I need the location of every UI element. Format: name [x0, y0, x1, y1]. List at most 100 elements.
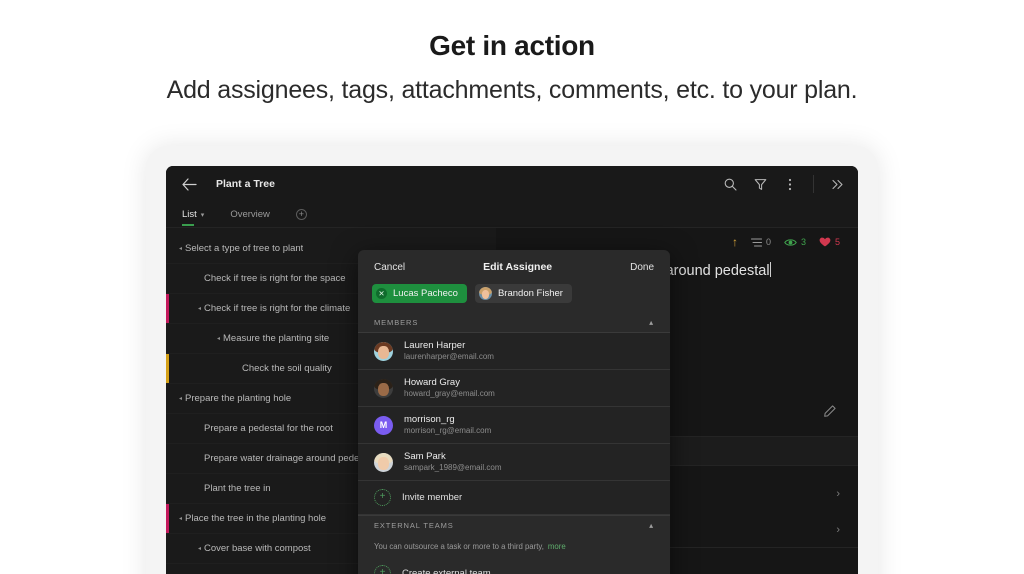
app-screen: Plant a Tree List ▾ Overview + ◂ Select …: [166, 166, 858, 574]
watchers-icon: [784, 238, 797, 246]
priority-up-icon[interactable]: ↑: [732, 235, 738, 249]
assignee-chip[interactable]: Brandon Fisher: [474, 284, 572, 303]
members-section-header[interactable]: MEMBERS ▴: [358, 313, 670, 333]
chevron-right-icon: ›: [836, 488, 840, 500]
more-vertical-icon[interactable]: [783, 177, 797, 191]
member-info: Sam Park sampark_1989@email.com: [404, 451, 502, 473]
task-label: Plant the tree in: [204, 483, 271, 494]
avatar: M: [374, 415, 393, 435]
collapse-triangle-icon[interactable]: ◂: [176, 245, 185, 252]
members-heading: MEMBERS: [374, 318, 419, 327]
app-toolbar: Plant a Tree: [166, 166, 858, 202]
task-label: Cover base with compost: [204, 543, 311, 554]
done-button[interactable]: Done: [630, 262, 654, 273]
close-circle-icon[interactable]: ✕: [376, 288, 387, 299]
modal-title: Edit Assignee: [483, 261, 553, 273]
likes-value: 5: [834, 237, 840, 247]
tab-list[interactable]: List ▾: [182, 202, 204, 228]
chevron-right-icon: ›: [836, 523, 840, 536]
member-list-item[interactable]: Sam Park sampark_1989@email.com: [358, 444, 670, 481]
member-list-item[interactable]: Mmorrison_rg morrison_rg@email.com: [358, 407, 670, 444]
collapse-triangle-icon[interactable]: ◂: [176, 395, 185, 402]
tablet-frame: Plant a Tree List ▾ Overview + ◂ Select …: [146, 146, 878, 574]
task-label: Check if tree is right for the climate: [204, 303, 351, 314]
external-teams-header[interactable]: EXTERNAL TEAMS ▴: [358, 515, 670, 535]
avatar-face: [378, 383, 389, 396]
member-list-item[interactable]: Howard Gray howard_gray@email.com: [358, 370, 670, 407]
external-teams-note: You can outsource a task or more to a th…: [358, 535, 670, 556]
text-cursor: [769, 262, 771, 277]
invite-member-label: Invite member: [402, 492, 463, 503]
cancel-button[interactable]: Cancel: [374, 262, 405, 273]
pencil-icon[interactable]: [824, 404, 836, 417]
dotted-plus-icon: +: [374, 489, 391, 506]
subtasks-count: 0: [750, 237, 771, 247]
task-label: Check if tree is right for the space: [204, 273, 346, 284]
invite-member-button[interactable]: + Invite member: [358, 481, 670, 515]
chevron-up-icon[interactable]: ▴: [649, 521, 654, 530]
collapse-triangle-icon[interactable]: ◂: [176, 515, 185, 522]
collapse-triangle-icon[interactable]: ◂: [214, 335, 223, 342]
chevron-up-icon[interactable]: ▴: [649, 318, 654, 327]
view-tabs: List ▾ Overview +: [166, 202, 858, 228]
assignee-chip-selected[interactable]: ✕ Lucas Pacheco: [372, 284, 467, 303]
avatar-initial: M: [379, 420, 388, 430]
dotted-plus-icon: +: [374, 564, 391, 574]
avatar: [374, 341, 393, 361]
priority-color-bar: [166, 504, 169, 533]
external-teams-heading: EXTERNAL TEAMS: [374, 521, 454, 530]
member-list-item[interactable]: Lauren Harper laurenharper@email.com: [358, 333, 670, 370]
subtasks-value: 0: [765, 237, 771, 247]
assignee-chip-label: Lucas Pacheco: [393, 288, 458, 299]
task-label: Prepare water drainage around pedestal: [204, 453, 375, 464]
watchers-count: 3: [784, 237, 806, 247]
task-label: Place the tree in the planting hole: [185, 513, 327, 524]
subtasks-icon: [750, 237, 762, 247]
create-external-team-button[interactable]: + Create external team: [358, 556, 670, 574]
project-title: Plant a Tree: [216, 178, 275, 190]
task-label: Prepare a pedestal for the root: [204, 423, 333, 434]
member-name: Sam Park: [404, 450, 446, 462]
create-external-team-label: Create external team: [402, 567, 491, 574]
assignee-chip-label: Brandon Fisher: [497, 288, 563, 299]
watchers-value: 3: [800, 237, 806, 247]
member-email: howard_gray@email.com: [404, 388, 495, 398]
members-list: Lauren Harper laurenharper@email.com Howar…: [358, 333, 670, 481]
member-email: laurenharper@email.com: [404, 351, 494, 361]
member-email: sampark_1989@email.com: [404, 462, 502, 472]
avatar-face: [378, 346, 389, 359]
task-label: Measure the planting site: [223, 333, 330, 344]
filter-icon[interactable]: [753, 177, 767, 191]
expand-right-icon[interactable]: [830, 177, 844, 191]
toolbar-actions: [723, 175, 844, 193]
heart-icon: [819, 237, 831, 247]
search-icon[interactable]: [723, 177, 737, 191]
task-label: Check the soil quality: [242, 363, 332, 374]
chevron-down-icon[interactable]: ▾: [201, 211, 205, 219]
collapse-triangle-icon[interactable]: ◂: [195, 305, 204, 312]
modal-header: Cancel Edit Assignee Done: [358, 250, 670, 284]
collapse-triangle-icon[interactable]: ◂: [195, 545, 204, 552]
priority-color-bar: [166, 354, 169, 383]
tab-overview[interactable]: Overview: [230, 202, 270, 228]
member-info: morrison_rg morrison_rg@email.com: [404, 414, 491, 436]
member-name: morrison_rg: [404, 413, 455, 425]
page-title: Get in action: [429, 30, 595, 61]
task-label: Prepare the planting hole: [185, 393, 292, 404]
add-view-icon[interactable]: +: [295, 209, 307, 220]
tab-overview-label: Overview: [230, 209, 270, 220]
likes-count: 5: [819, 237, 840, 247]
external-note-text: You can outsource a task or more to a th…: [374, 542, 544, 551]
member-name: Howard Gray: [404, 376, 460, 388]
member-info: Lauren Harper laurenharper@email.com: [404, 340, 494, 362]
selected-assignees: ✕ Lucas Pacheco Brandon Fisher: [358, 284, 670, 313]
more-link[interactable]: more: [548, 542, 566, 551]
task-label: Select a type of tree to plant: [185, 243, 304, 254]
hero-section: Get in action Add assignees, tags, attac…: [0, 0, 1024, 105]
toolbar-divider: [813, 175, 814, 193]
member-info: Howard Gray howard_gray@email.com: [404, 377, 495, 399]
avatar: [374, 452, 393, 472]
arrow-left-icon[interactable]: [180, 175, 198, 193]
member-name: Lauren Harper: [404, 339, 466, 351]
edit-assignee-modal: Cancel Edit Assignee Done ✕ Lucas Pachec…: [358, 250, 670, 574]
